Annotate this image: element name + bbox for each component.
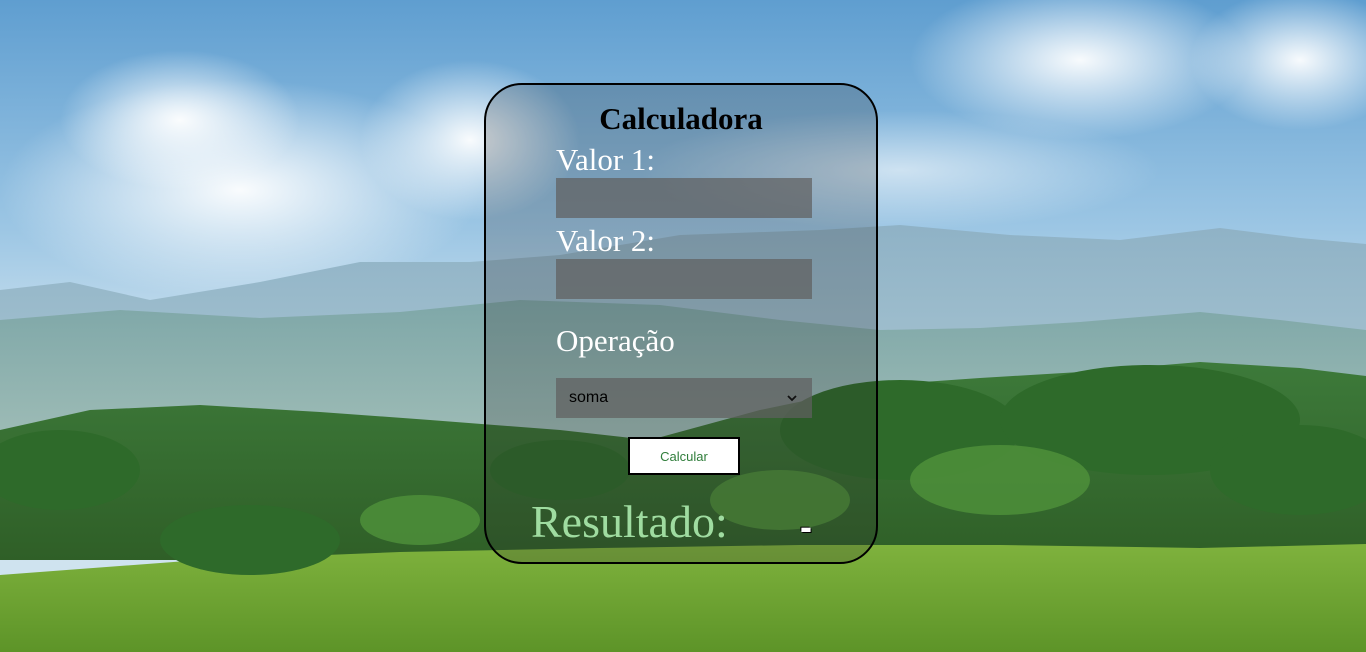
operation-selected-value: soma — [569, 389, 609, 406]
calculate-button[interactable]: Calcular — [628, 437, 740, 475]
value2-label: Valor 2: — [556, 223, 656, 258]
value2-input[interactable] — [556, 259, 812, 299]
result-label: Resultado: — [531, 496, 728, 547]
result-value: - — [800, 506, 812, 547]
value1-label: Valor 1: — [556, 142, 656, 177]
calculator-title: Calculadora — [599, 101, 763, 136]
chevron-down-icon — [785, 391, 799, 405]
calculator-card: Calculadora Valor 1: Valor 2: Operação s… — [484, 83, 878, 564]
value1-input[interactable] — [556, 178, 812, 218]
operation-select[interactable]: soma — [556, 378, 812, 418]
operation-label: Operação — [556, 323, 675, 358]
